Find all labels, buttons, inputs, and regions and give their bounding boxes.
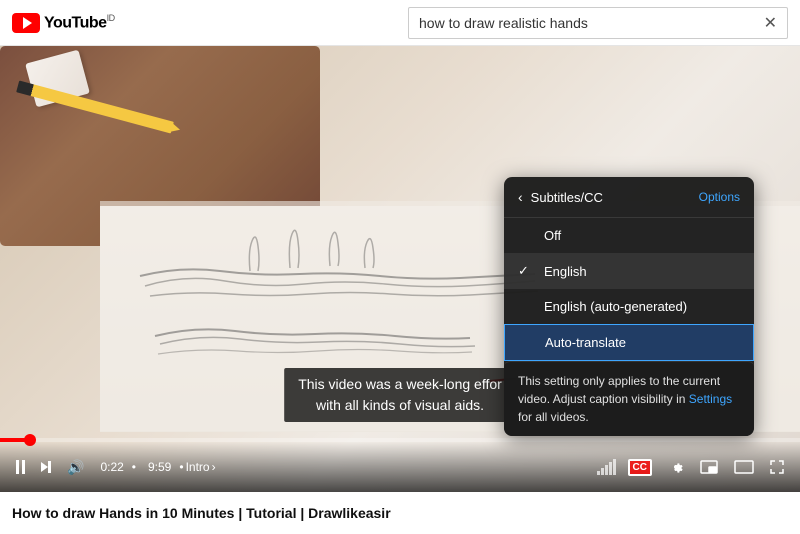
page-header: YouTubeID how to draw realistic hands ✕ — [0, 0, 800, 46]
video-player[interactable]: This video was a week-long effor with al… — [0, 46, 800, 492]
pause-icon — [16, 460, 25, 474]
quality-bar-1 — [597, 471, 600, 475]
subtitle-box: This video was a week-long effor with al… — [284, 368, 516, 422]
skip-next-button[interactable] — [37, 457, 55, 477]
quality-bar-3 — [605, 465, 608, 475]
subtitle-english-label: English — [544, 264, 740, 279]
search-clear-button[interactable]: ✕ — [764, 13, 777, 33]
youtube-logo[interactable]: YouTubeID — [12, 13, 115, 33]
mini-player-button[interactable] — [696, 456, 722, 478]
quality-bar-2 — [601, 468, 604, 475]
chapter-sep: • — [179, 460, 183, 474]
subtitles-panel: ‹ Subtitles/CC Options Off ✓ English Eng… — [504, 177, 754, 436]
skip-next-icon — [41, 461, 51, 473]
search-query: how to draw realistic hands — [419, 15, 764, 31]
quality-bar-5 — [613, 459, 616, 475]
quality-indicator — [597, 459, 616, 475]
volume-icon: 🔊 — [67, 459, 84, 476]
search-bar[interactable]: how to draw realistic hands ✕ — [408, 7, 788, 39]
check-mark-english: ✓ — [518, 263, 534, 279]
subtitle-line2: with all kinds of visual aids. — [316, 397, 484, 413]
panel-options-link[interactable]: Options — [699, 190, 740, 204]
mini-player-icon — [700, 460, 718, 474]
theater-mode-button[interactable] — [730, 456, 758, 478]
cc-label: CC — [628, 459, 652, 476]
pause-button[interactable] — [12, 456, 29, 478]
youtube-wordmark: YouTubeID — [44, 13, 115, 32]
subtitle-tooltip: This setting only applies to the current… — [504, 361, 754, 436]
chapter-name: Intro — [186, 460, 210, 474]
subtitle-option-english[interactable]: ✓ English — [504, 253, 754, 289]
play-triangle — [23, 17, 32, 29]
fullscreen-icon — [770, 460, 784, 474]
subtitle-option-off[interactable]: Off — [504, 218, 754, 253]
video-title: How to draw Hands in 10 Minutes | Tutori… — [12, 505, 391, 521]
chapter-label: • Intro › — [179, 460, 215, 474]
panel-title: Subtitles/CC — [531, 190, 699, 205]
tooltip-text-end: for all videos. — [518, 410, 589, 424]
subtitle-line1: This video was a week-long effor — [298, 376, 502, 392]
time-total: 9:59 — [148, 460, 171, 474]
volume-button[interactable]: 🔊 — [63, 455, 88, 480]
fullscreen-button[interactable] — [766, 456, 788, 478]
panel-header: ‹ Subtitles/CC Options — [504, 177, 754, 218]
youtube-icon — [12, 13, 40, 33]
subtitle-auto-translate-label: Auto-translate — [545, 335, 739, 350]
subtitle-off-label: Off — [544, 228, 740, 243]
video-title-bar: How to draw Hands in 10 Minutes | Tutori… — [0, 492, 800, 534]
cc-button[interactable]: CC — [624, 455, 656, 480]
panel-back-button[interactable]: ‹ — [518, 189, 523, 205]
settings-button[interactable] — [664, 455, 688, 479]
theater-icon — [734, 460, 754, 474]
subtitle-option-english-auto[interactable]: English (auto-generated) — [504, 289, 754, 324]
video-controls: 🔊 0:22 • 9:59 • Intro › CC — [0, 442, 800, 492]
quality-bar-4 — [609, 462, 612, 475]
time-separator: • — [132, 460, 136, 474]
subtitle-english-auto-label: English (auto-generated) — [544, 299, 740, 314]
subtitle-option-auto-translate[interactable]: Auto-translate — [504, 324, 754, 361]
time-current: 0:22 — [100, 460, 123, 474]
chapter-arrow: › — [212, 460, 216, 474]
tooltip-settings-link[interactable]: Settings — [689, 392, 732, 406]
gear-icon — [668, 459, 684, 475]
